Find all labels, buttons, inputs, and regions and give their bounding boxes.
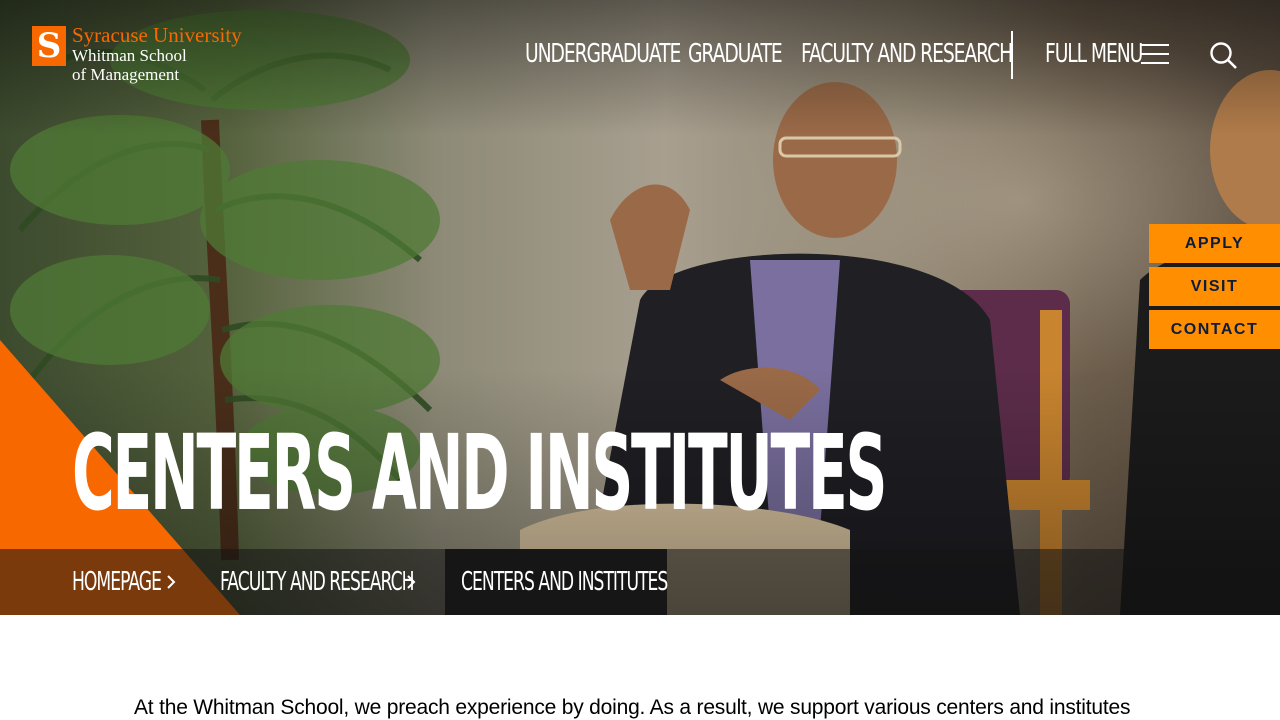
breadcrumb: HOMEPAGE FACULTY AND RESEARCH CENTERS AN… [0, 549, 1280, 615]
breadcrumb-current: CENTERS AND INSTITUTES [461, 567, 668, 597]
chevron-right-icon [407, 575, 416, 589]
contact-button[interactable]: CONTACT [1149, 310, 1280, 349]
logo-university: Syracuse University [72, 23, 242, 47]
logo-school-name: Whitman School of Management [72, 46, 187, 84]
chevron-right-icon [167, 575, 176, 589]
breadcrumb-homepage[interactable]: HOMEPAGE [72, 549, 162, 615]
nav-undergraduate[interactable]: UNDERGRADUATE [525, 36, 681, 72]
nav-divider [1011, 31, 1013, 79]
nav-graduate[interactable]: GRADUATE [688, 36, 783, 72]
intro-paragraph: At the Whitman School, we preach experie… [134, 696, 1131, 719]
logo-school-line2: of Management [72, 65, 180, 84]
visit-button[interactable]: VISIT [1149, 267, 1280, 306]
page-title: CENTERS AND INSTITUTES [72, 412, 887, 534]
nav-faculty-and-research[interactable]: FACULTY AND RESEARCH [801, 36, 1013, 72]
logo-mark: S [32, 26, 66, 66]
breadcrumb-faculty-and-research[interactable]: FACULTY AND RESEARCH [220, 549, 415, 615]
hamburger-icon[interactable] [1141, 42, 1169, 66]
nav-full-menu[interactable]: FULL MENU [1045, 36, 1143, 72]
school-logo[interactable]: S Syracuse University Whitman School of … [32, 24, 247, 88]
apply-button[interactable]: APPLY [1149, 224, 1280, 263]
logo-school-line1: Whitman School [72, 46, 187, 65]
search-icon[interactable] [1208, 40, 1238, 70]
